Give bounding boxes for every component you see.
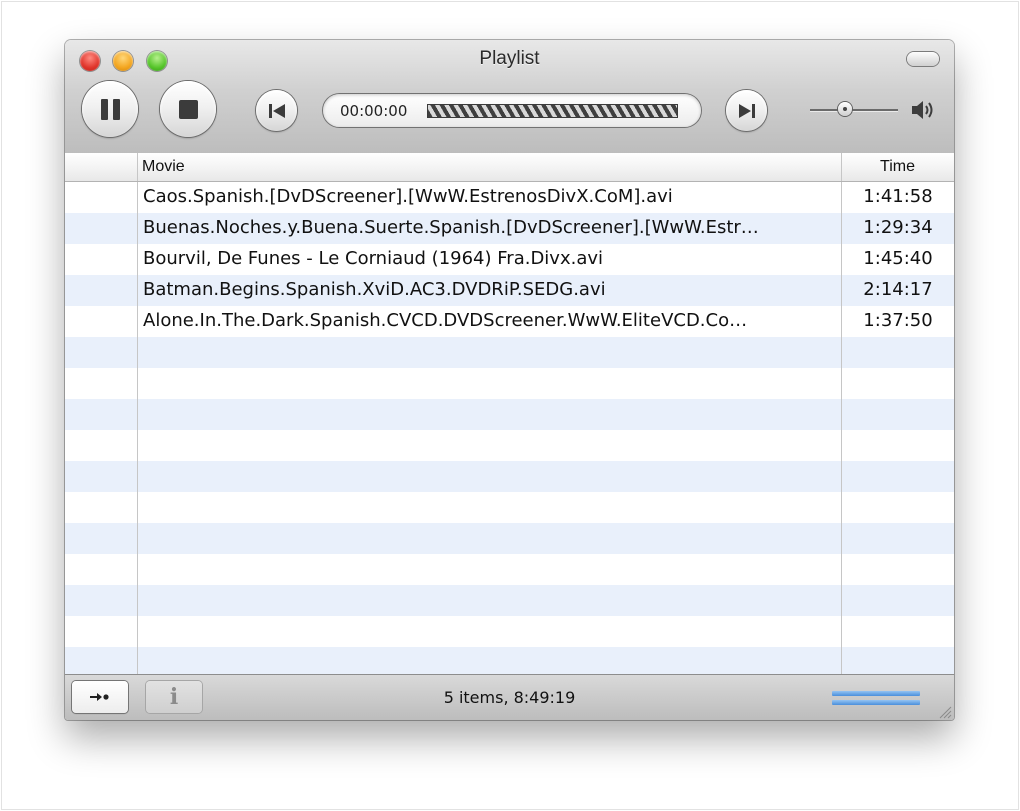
movie-cell: Batman.Begins.Spanish.XviD.AC3.DVDRiP.SE… xyxy=(143,279,606,300)
bottom-bar: i 5 items, 8:49:19 xyxy=(65,674,954,720)
pause-button[interactable] xyxy=(82,81,138,137)
playlist-table: Movie Time Caos.Spanish.[DvDScreener].[W… xyxy=(65,153,954,674)
skip-back-icon xyxy=(268,103,285,118)
toolbar-toggle-button[interactable] xyxy=(907,52,939,66)
time-cell: 1:37:50 xyxy=(863,310,933,331)
movie-cell: Buenas.Noches.y.Buena.Suerte.Spanish.[Dv… xyxy=(143,217,759,238)
next-button[interactable] xyxy=(726,90,767,131)
time-cell: 1:45:40 xyxy=(863,248,933,269)
time-cell: 2:14:17 xyxy=(863,279,933,300)
movie-cell: Alone.In.The.Dark.Spanish.CVCD.DVDScreen… xyxy=(143,310,748,331)
column-divider xyxy=(137,153,138,181)
movie-cell: Bourvil, De Funes - Le Corniaud (1964) F… xyxy=(143,248,604,269)
previous-button[interactable] xyxy=(256,90,297,131)
playback-progress-bar[interactable] xyxy=(427,104,678,118)
column-header-movie[interactable]: Movie xyxy=(142,158,185,176)
table-row[interactable]: Batman.Begins.Spanish.XviD.AC3.DVDRiP.SE… xyxy=(65,275,954,306)
activity-indicator xyxy=(832,691,920,705)
table-row[interactable]: Alone.In.The.Dark.Spanish.CVCD.DVDScreen… xyxy=(65,306,954,337)
toolbar: Playlist 00:00:00 xyxy=(65,40,954,154)
table-row[interactable]: Caos.Spanish.[DvDScreener].[WwW.Estrenos… xyxy=(65,182,954,213)
volume-slider-track[interactable] xyxy=(810,109,898,111)
time-cell: 1:41:58 xyxy=(863,186,933,207)
table-row[interactable]: Buenas.Noches.y.Buena.Suerte.Spanish.[Dv… xyxy=(65,213,954,244)
table-header: Movie Time xyxy=(65,153,954,182)
stop-icon xyxy=(178,99,198,119)
table-body: Caos.Spanish.[DvDScreener].[WwW.Estrenos… xyxy=(65,182,954,337)
speaker-icon xyxy=(912,101,933,119)
playlist-status: 5 items, 8:49:19 xyxy=(443,688,576,707)
playlist-window: Playlist 00:00:00 Movie Time Caos.Spanis… xyxy=(65,40,954,720)
skip-forward-icon xyxy=(738,103,755,118)
window-title: Playlist xyxy=(479,48,540,69)
table-row[interactable]: Bourvil, De Funes - Le Corniaud (1964) F… xyxy=(65,244,954,275)
movie-cell: Caos.Spanish.[DvDScreener].[WwW.Estrenos… xyxy=(143,186,673,207)
resize-grip-icon[interactable] xyxy=(938,705,952,719)
stop-button[interactable] xyxy=(160,81,216,137)
column-header-time[interactable]: Time xyxy=(842,158,953,176)
elapsed-time: 00:00:00 xyxy=(340,102,408,120)
pause-icon xyxy=(100,98,120,120)
volume-slider-knob[interactable] xyxy=(838,102,852,116)
time-cell: 1:29:34 xyxy=(863,217,933,238)
playback-display: 00:00:00 xyxy=(323,94,701,127)
